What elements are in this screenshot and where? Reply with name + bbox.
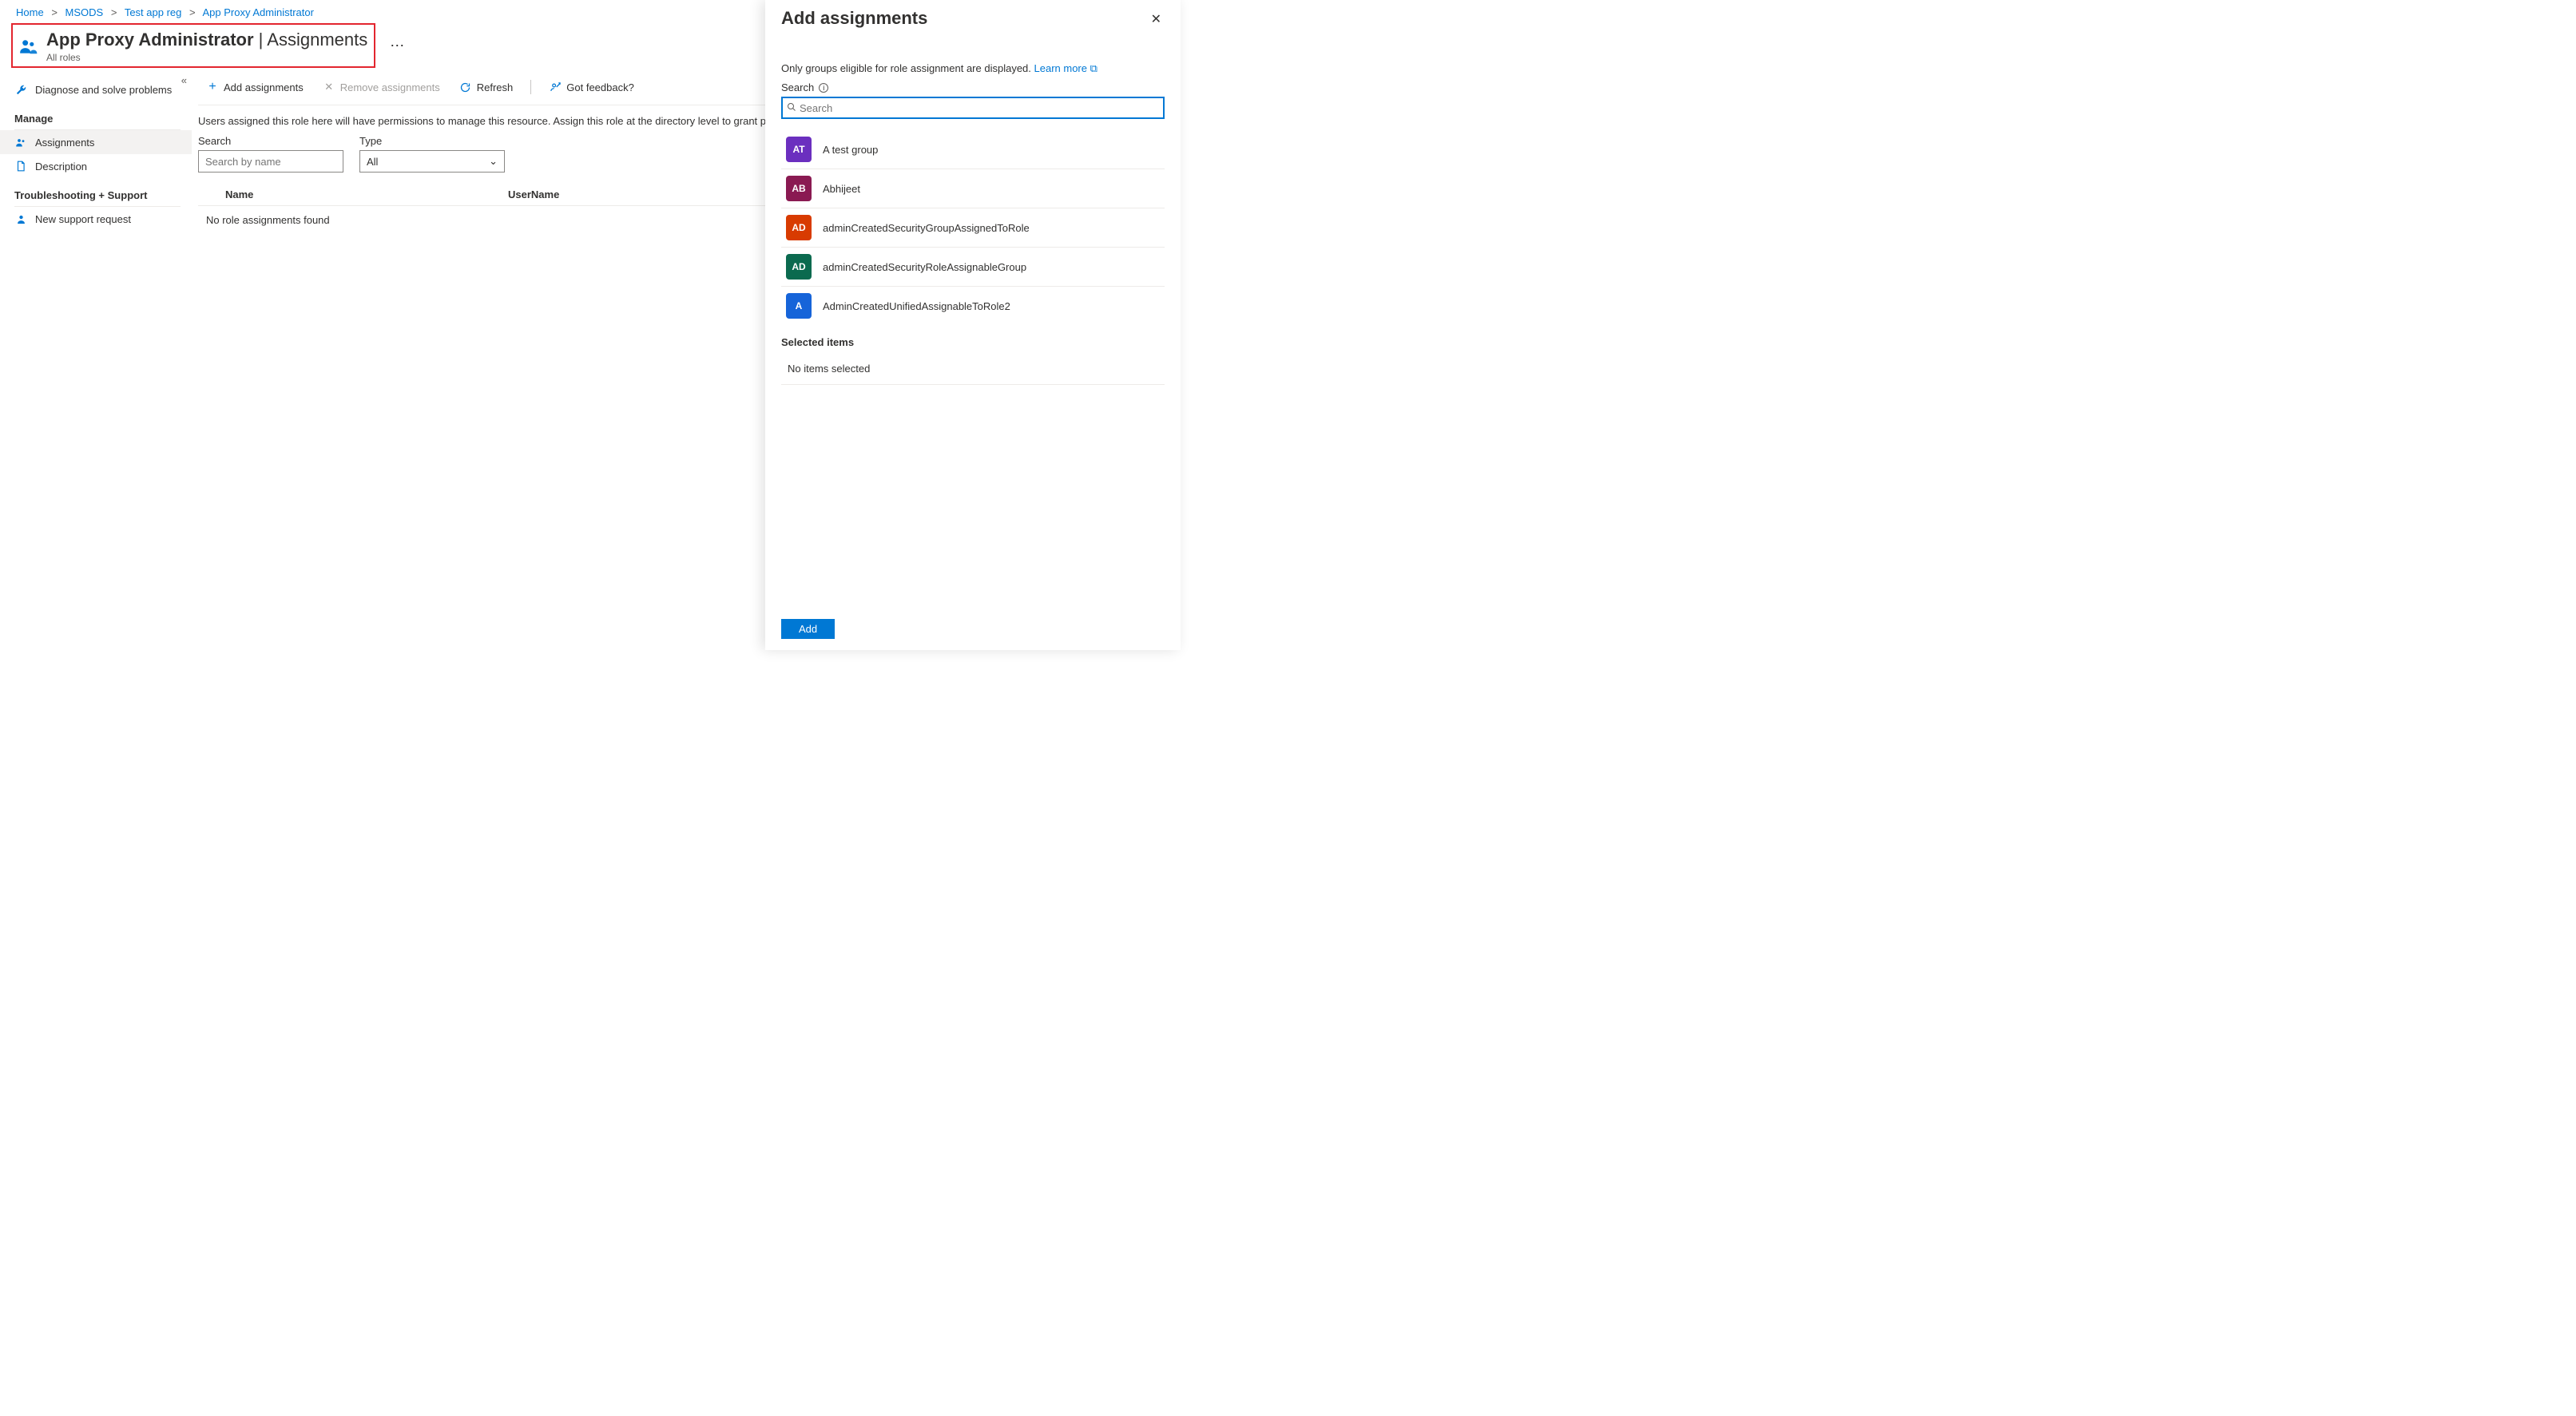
results-list[interactable]: AT A test group AB Abhijeet AD adminCrea… — [781, 130, 1165, 322]
selected-items-empty: No items selected — [781, 353, 1165, 385]
add-button[interactable]: Add — [781, 619, 835, 639]
plus-icon: + — [206, 81, 219, 93]
list-item-label: A test group — [823, 144, 878, 156]
panel-info: Only groups eligible for role assignment… — [781, 62, 1165, 75]
panel-title: Add assignments — [781, 8, 927, 29]
chevron-right-icon: > — [51, 6, 58, 18]
list-item-label: adminCreatedSecurityRoleAssignableGroup — [823, 261, 1026, 273]
avatar: AB — [786, 176, 812, 201]
feedback-icon — [549, 81, 562, 93]
refresh-icon — [459, 81, 472, 93]
add-assignments-button[interactable]: + Add assignments — [198, 77, 312, 97]
more-button[interactable]: ⋯ — [390, 38, 404, 54]
avatar: A — [786, 293, 812, 319]
list-item[interactable]: A AdminCreatedUnifiedAssignableToRole2 — [781, 287, 1165, 322]
refresh-button[interactable]: Refresh — [451, 77, 522, 97]
selected-items-header: Selected items — [781, 336, 1165, 348]
crumb-testappreg[interactable]: Test app reg — [125, 6, 182, 18]
panel-search-input[interactable] — [800, 102, 1159, 114]
wrench-icon — [14, 83, 27, 96]
crumb-home[interactable]: Home — [16, 6, 44, 18]
avatar: AD — [786, 215, 812, 240]
search-icon — [787, 102, 796, 114]
feedback-button[interactable]: Got feedback? — [541, 77, 642, 97]
people-icon — [14, 136, 27, 149]
search-label: Search — [198, 135, 343, 147]
x-icon: ✕ — [323, 81, 335, 93]
close-button[interactable]: ✕ — [1148, 8, 1165, 30]
list-item-label: Abhijeet — [823, 183, 860, 195]
separator — [530, 80, 531, 94]
panel-search-wrap — [781, 97, 1165, 119]
col-name: Name — [225, 188, 508, 200]
info-icon[interactable]: i — [819, 83, 828, 93]
avatar: AD — [786, 254, 812, 280]
add-assignments-panel: Add assignments ✕ Only groups eligible f… — [765, 0, 1181, 650]
sidebar-item-diagnose[interactable]: Diagnose and solve problems — [0, 77, 192, 101]
people-icon — [18, 35, 40, 58]
learn-more-link[interactable]: Learn more ⧉ — [1034, 62, 1097, 74]
crumb-msods[interactable]: MSODS — [65, 6, 104, 18]
list-item[interactable]: AB Abhijeet — [781, 169, 1165, 208]
list-item-label: AdminCreatedUnifiedAssignableToRole2 — [823, 300, 1010, 312]
sidebar-item-label: Assignments — [35, 137, 94, 149]
avatar: AT — [786, 137, 812, 162]
crumb-appproxy[interactable]: App Proxy Administrator — [202, 6, 313, 18]
list-item[interactable]: AD adminCreatedSecurityRoleAssignableGro… — [781, 248, 1165, 287]
chevron-down-icon: ⌄ — [489, 155, 498, 168]
list-item[interactable]: AT A test group — [781, 130, 1165, 169]
sidebar-item-assignments[interactable]: Assignments — [0, 130, 192, 154]
search-input[interactable] — [198, 150, 343, 173]
page-subtitle: All roles — [46, 52, 367, 63]
sidebar-item-label: Diagnose and solve problems — [35, 84, 172, 96]
remove-assignments-button[interactable]: ✕ Remove assignments — [315, 77, 448, 97]
sidebar-section-trouble: Troubleshooting + Support — [14, 178, 181, 207]
document-icon — [14, 160, 27, 173]
panel-search-label: Search — [781, 81, 814, 93]
support-icon — [14, 212, 27, 225]
sidebar-section-manage: Manage — [14, 101, 181, 130]
external-link-icon: ⧉ — [1090, 62, 1097, 74]
type-label: Type — [359, 135, 505, 147]
page-title: App Proxy Administrator | Assignments — [46, 30, 367, 50]
chevron-right-icon: > — [111, 6, 117, 18]
list-item[interactable]: AD adminCreatedSecurityGroupAssignedToRo… — [781, 208, 1165, 248]
collapse-sidebar-button[interactable]: « — [181, 74, 187, 86]
sidebar-item-label: Description — [35, 161, 87, 173]
sidebar: « Diagnose and solve problems Manage Ass… — [0, 74, 192, 652]
chevron-right-icon: > — [189, 6, 196, 18]
sidebar-item-label: New support request — [35, 213, 131, 225]
sidebar-item-description[interactable]: Description — [0, 154, 192, 178]
type-select[interactable]: All ⌄ — [359, 150, 505, 173]
page-title-highlight: App Proxy Administrator | Assignments Al… — [11, 23, 375, 68]
list-item-label: adminCreatedSecurityGroupAssignedToRole — [823, 222, 1030, 234]
sidebar-item-support[interactable]: New support request — [0, 207, 192, 231]
